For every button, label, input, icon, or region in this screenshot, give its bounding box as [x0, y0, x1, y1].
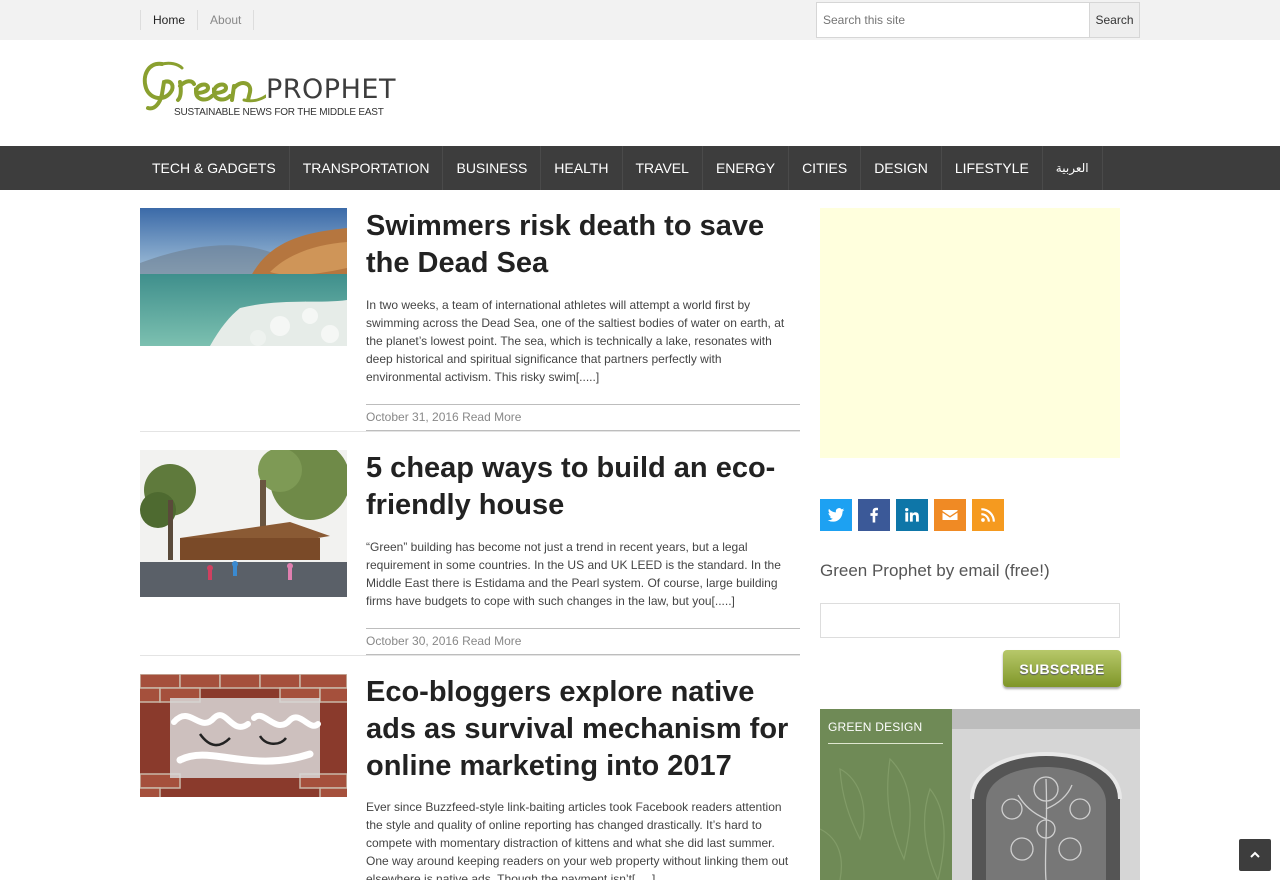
divider — [253, 10, 255, 30]
twitter-icon[interactable] — [820, 499, 852, 531]
top-link-home[interactable]: Home — [140, 10, 197, 30]
nav-item-design[interactable]: DESIGN — [861, 146, 942, 190]
advertisement-slot[interactable] — [820, 208, 1120, 458]
nav-item-travel[interactable]: TRAVEL — [623, 146, 703, 190]
article-thumbnail[interactable] — [140, 674, 347, 797]
article-card: 5 cheap ways to build an eco-friendly ho… — [140, 450, 800, 656]
nav-item-transportation[interactable]: TRANSPORTATION — [290, 146, 444, 190]
email-icon[interactable] — [934, 499, 966, 531]
nav-item-tech-gadgets[interactable]: TECH & GADGETS — [140, 146, 290, 190]
article-meta: October 31, 2016 Read More — [366, 404, 800, 431]
article-title[interactable]: 5 cheap ways to build an eco-friendly ho… — [366, 450, 806, 524]
article-card: Swimmers risk death to save the Dead Sea… — [140, 208, 800, 432]
leaf-pattern-icon — [820, 757, 945, 880]
read-more-link[interactable]: Read More — [462, 634, 521, 648]
divider — [140, 431, 800, 432]
promo-panel: GREEN DESIGN — [820, 709, 952, 880]
logo-wordmark: PROPHET — [266, 74, 396, 105]
article-thumbnail[interactable] — [140, 450, 347, 597]
divider — [140, 655, 800, 656]
green-script-logo-icon — [142, 61, 266, 111]
main-nav: TECH & GADGETS TRANSPORTATION BUSINESS H… — [0, 146, 1280, 190]
dead-sea-photo-icon — [140, 208, 347, 346]
site-search: Search — [816, 2, 1140, 38]
article-meta: October 30, 2016 Read More — [366, 628, 800, 655]
article-thumbnail[interactable] — [140, 208, 347, 346]
search-button[interactable]: Search — [1089, 2, 1140, 38]
article-excerpt: In two weeks, a team of international at… — [366, 298, 785, 384]
rss-icon[interactable] — [972, 499, 1004, 531]
email-signup-heading: Green Prophet by email (free!) — [820, 561, 1050, 580]
playground-pavilion-photo-icon — [140, 450, 347, 597]
email-field[interactable] — [820, 603, 1120, 638]
nav-item-arabic[interactable]: العربية — [1043, 146, 1103, 190]
green-design-promo[interactable]: GREEN DESIGN — [820, 709, 1140, 880]
article-card: Eco-bloggers explore native ads as survi… — [140, 674, 800, 880]
divider — [828, 743, 943, 744]
facebook-icon[interactable] — [858, 499, 890, 531]
top-link-about[interactable]: About — [197, 10, 253, 30]
nav-item-health[interactable]: HEALTH — [541, 146, 623, 190]
chevron-up-icon — [1250, 851, 1260, 858]
scroll-to-top-button[interactable] — [1239, 839, 1271, 871]
article-date: October 30, 2016 — [366, 634, 459, 648]
top-links: Home About — [140, 10, 255, 30]
nav-item-business[interactable]: BUSINESS — [443, 146, 542, 190]
linkedin-icon[interactable] — [896, 499, 928, 531]
article-excerpt: Ever since Buzzfeed-style link-baiting a… — [366, 800, 789, 880]
subscribe-button[interactable]: SUBSCRIBE — [1003, 650, 1121, 687]
promo-title: GREEN DESIGN — [828, 720, 923, 734]
read-more-link[interactable]: Read More — [462, 410, 521, 424]
logo-tagline: SUSTAINABLE NEWS FOR THE MIDDLE EAST — [174, 107, 384, 118]
nav-item-energy[interactable]: ENERGY — [703, 146, 790, 190]
article-date: October 31, 2016 — [366, 410, 459, 424]
nav-item-cities[interactable]: CITIES — [789, 146, 862, 190]
article-title[interactable]: Swimmers risk death to save the Dead Sea — [366, 208, 806, 282]
graffiti-brick-wall-photo-icon — [140, 674, 347, 797]
article-excerpt: “Green” building has become not just a t… — [366, 540, 781, 608]
top-bar: Home About Search — [0, 0, 1280, 40]
site-logo[interactable]: PROPHET SUSTAINABLE NEWS FOR THE MIDDLE … — [140, 58, 402, 122]
search-input[interactable] — [816, 2, 1089, 38]
nav-item-lifestyle[interactable]: LIFESTYLE — [942, 146, 1043, 190]
promo-image — [952, 709, 1140, 880]
article-title[interactable]: Eco-bloggers explore native ads as survi… — [366, 674, 806, 785]
carved-arch-photo-icon — [952, 709, 1140, 880]
social-links — [820, 499, 1010, 531]
